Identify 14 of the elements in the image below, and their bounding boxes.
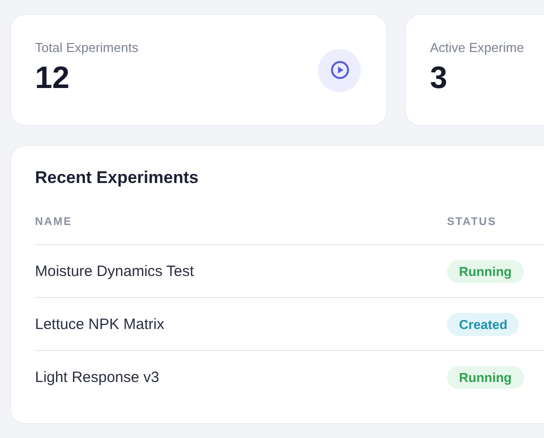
stat-label: Active Experime [430,40,524,54]
column-header: STATUS [447,216,498,228]
column-header: NAME [35,216,74,228]
stat-value: 3 [430,60,448,94]
status-badge: Created [447,312,520,336]
stat-label: Total Experiments [35,40,138,54]
status-badge: Running [447,260,524,282]
experiment-name: Lettuce NPK Matrix [35,316,166,332]
experiment-name: Light Response v3 [35,368,160,386]
play-icon [318,48,361,92]
status-badge: Running [447,366,524,388]
experiment-name: Moisture Dynamics Test [35,262,195,280]
stat-value: 12 [35,60,70,94]
card-title: Recent Experiments [35,168,200,188]
